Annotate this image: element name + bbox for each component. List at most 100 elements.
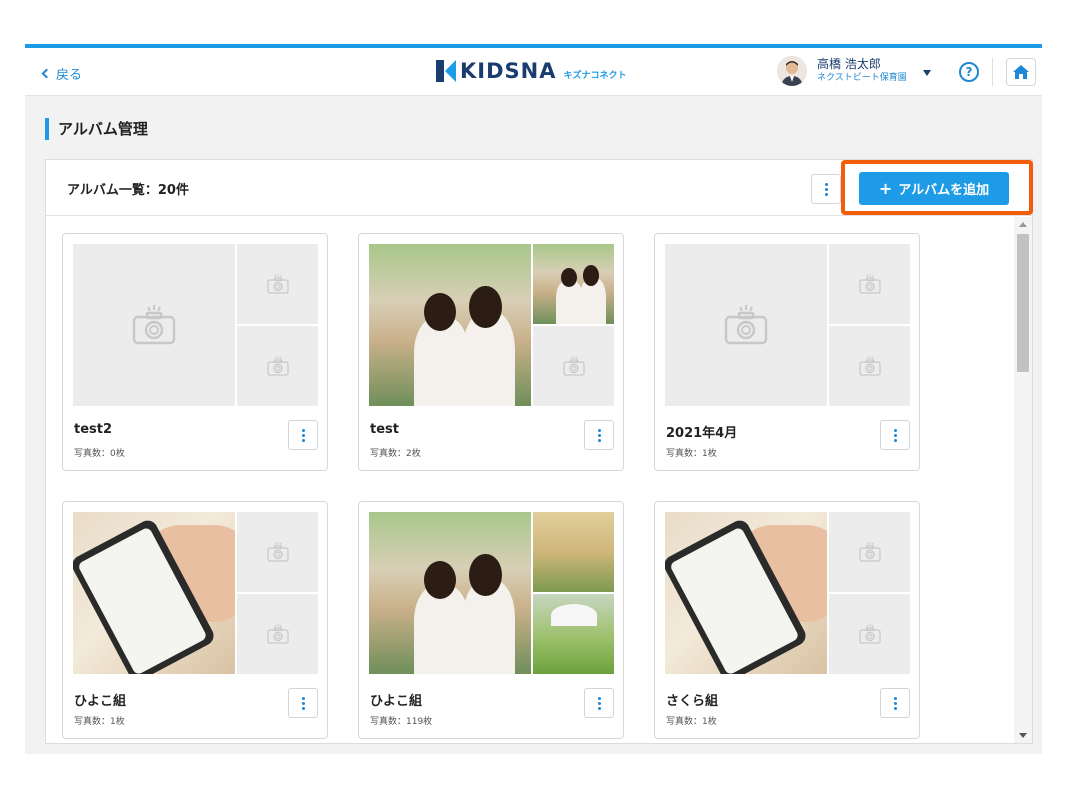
- app-frame: 戻る KIDSNA キズナコネクト 高橋 浩太郎 ネクストビート保育園 ? アル…: [25, 44, 1042, 754]
- album-thumb-small: [829, 244, 910, 324]
- more-dot-icon: [597, 433, 601, 437]
- album-more-button[interactable]: [584, 420, 614, 450]
- more-dot-icon: [893, 438, 897, 442]
- album-photo-count: 写真数：0枚: [74, 449, 125, 459]
- camera-placeholder-icon: [724, 305, 768, 345]
- panel-more-button[interactable]: [811, 174, 841, 204]
- album-card[interactable]: test2 写真数：0枚: [62, 233, 328, 471]
- album-card[interactable]: test 写真数：2枚: [358, 233, 624, 471]
- album-name: test: [370, 422, 399, 437]
- album-thumb-small: [829, 326, 910, 406]
- more-dot-icon: [893, 433, 897, 437]
- user-organization: ネクストビート保育園: [817, 73, 907, 83]
- user-menu[interactable]: 高橋 浩太郎 ネクストビート保育園: [777, 56, 931, 86]
- home-icon: [1013, 65, 1029, 79]
- home-button[interactable]: [1006, 58, 1036, 86]
- camera-placeholder-icon: [858, 274, 881, 294]
- vertical-scrollbar[interactable]: [1014, 217, 1032, 743]
- album-photo-count: 写真数：119枚: [370, 717, 433, 727]
- album-name: さくら組: [666, 694, 719, 709]
- camera-placeholder-icon: [858, 356, 881, 376]
- album-thumbnails: [73, 512, 318, 674]
- album-card[interactable]: さくら組写真数：1枚: [654, 501, 920, 739]
- album-thumbnails: [665, 512, 910, 674]
- camera-placeholder-icon: [132, 305, 176, 345]
- album-card[interactable]: ひよこ組 写真数：1枚: [62, 501, 328, 739]
- scroll-thumb[interactable]: [1017, 234, 1029, 372]
- more-dot-icon: [301, 701, 305, 705]
- album-thumb-small: [533, 594, 614, 674]
- help-icon[interactable]: ?: [959, 62, 979, 82]
- album-thumbnails: [665, 244, 910, 406]
- camera-placeholder-icon: [266, 356, 289, 376]
- more-dot-icon: [824, 187, 828, 191]
- more-dot-icon: [597, 706, 601, 710]
- camera-placeholder-icon: [266, 274, 289, 294]
- kids-photo: [533, 244, 614, 324]
- album-list-title: アルバム一覧：20件: [67, 183, 189, 198]
- album-card[interactable]: ひよこ組写真数：119枚: [358, 501, 624, 739]
- kids-photo: [369, 512, 531, 674]
- user-name: 高橋 浩太郎: [817, 57, 881, 71]
- album-thumb-small: [237, 326, 318, 406]
- album-thumb-small: [829, 594, 910, 674]
- album-name: ひよこ組: [74, 694, 127, 709]
- album-thumb-small: [237, 594, 318, 674]
- phone-photo: [665, 512, 827, 674]
- phone-photo: [73, 512, 235, 674]
- chevron-left-icon: [41, 68, 52, 79]
- camera-placeholder-icon: [858, 542, 881, 562]
- album-more-button[interactable]: [288, 688, 318, 718]
- more-dot-icon: [893, 706, 897, 710]
- avatar: [777, 56, 807, 86]
- album-more-button[interactable]: [288, 420, 318, 450]
- album-thumb-main: [665, 512, 827, 674]
- scroll-down-icon[interactable]: [1019, 733, 1027, 738]
- album-name: ひよこ組: [370, 694, 423, 709]
- album-grid: test2 写真数：0枚 test 写真数：2枚 2021年4月 写真数：1枚 ひよこ組 写真…: [46, 217, 1014, 743]
- album-thumb-small: [829, 512, 910, 592]
- album-more-button[interactable]: [584, 688, 614, 718]
- album-more-button[interactable]: [880, 420, 910, 450]
- umbrella-photo: [533, 594, 614, 674]
- top-bar: 戻る KIDSNA キズナコネクト 高橋 浩太郎 ネクストビート保育園 ?: [25, 48, 1042, 96]
- user-photo-icon: [777, 56, 807, 86]
- album-panel: アルバム一覧：20件 + アルバムを追加 test2 写真数：0枚 test 写真数：…: [45, 159, 1033, 744]
- logo-text: KIDSNA: [460, 59, 557, 83]
- back-button[interactable]: 戻る: [41, 64, 82, 83]
- camera-placeholder-icon: [266, 624, 289, 644]
- more-dot-icon: [301, 438, 305, 442]
- page-title: アルバム管理: [45, 118, 148, 140]
- more-dot-icon: [301, 428, 305, 432]
- more-dot-icon: [301, 696, 305, 700]
- album-more-button[interactable]: [880, 688, 910, 718]
- more-dot-icon: [893, 428, 897, 432]
- caret-down-icon[interactable]: [922, 70, 931, 76]
- album-card[interactable]: 2021年4月 写真数：1枚: [654, 233, 920, 471]
- logo-subtext: キズナコネクト: [563, 70, 627, 81]
- more-dot-icon: [597, 701, 601, 705]
- album-thumb-small: [533, 244, 614, 324]
- album-thumbnails: [73, 244, 318, 406]
- album-thumb-main: [369, 244, 531, 406]
- more-dot-icon: [597, 428, 601, 432]
- album-name: test2: [74, 422, 113, 437]
- scroll-up-icon[interactable]: [1019, 222, 1027, 227]
- more-dot-icon: [824, 192, 828, 196]
- album-photo-count: 写真数：1枚: [666, 717, 717, 727]
- album-thumb-main: [665, 244, 827, 406]
- panel-header: アルバム一覧：20件 + アルバムを追加: [46, 160, 1033, 216]
- album-thumb-small: [533, 326, 614, 406]
- header-divider: [992, 58, 993, 86]
- kids-photo: [369, 244, 531, 406]
- logo-mark-icon: [436, 60, 456, 82]
- album-thumbnails: [369, 512, 614, 674]
- album-thumb-main: [73, 512, 235, 674]
- add-album-button[interactable]: + アルバムを追加: [859, 172, 1009, 205]
- camera-placeholder-icon: [266, 542, 289, 562]
- more-dot-icon: [893, 701, 897, 705]
- kidsna-logo: KIDSNA キズナコネクト: [436, 59, 627, 83]
- camera-placeholder-icon: [562, 356, 585, 376]
- group-photo: [533, 512, 614, 592]
- album-thumb-small: [237, 244, 318, 324]
